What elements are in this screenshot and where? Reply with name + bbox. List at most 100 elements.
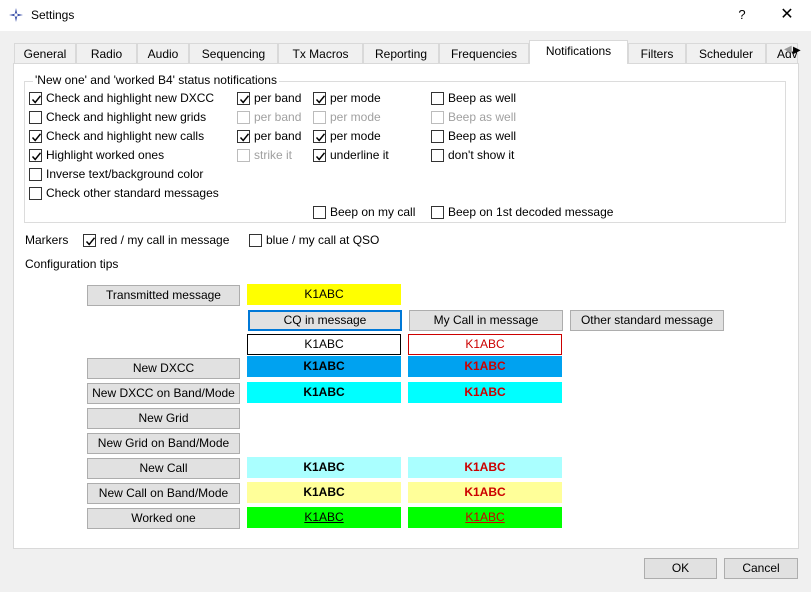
new-call-bm-cq-sample: K1ABC (247, 482, 401, 503)
checkbox-label: Check and highlight new grids (46, 110, 207, 124)
checkbox-box[interactable] (29, 149, 42, 162)
new-call-mycall-sample: K1ABC (408, 457, 562, 478)
checkbox-box[interactable] (83, 234, 96, 247)
cq-sample: K1ABC (247, 334, 401, 355)
new-grid-band-mode-button[interactable]: New Grid on Band/Mode (87, 433, 240, 454)
check-icon (239, 133, 250, 142)
markers-label: Markers (25, 233, 69, 247)
checkbox-label: Beep as well (448, 91, 517, 105)
new-call-cq-sample: K1ABC (247, 457, 401, 478)
worked-cq-sample: K1ABC (247, 507, 401, 528)
notifications-panel: 'New one' and 'worked B4' status notific… (13, 63, 799, 549)
new-dxcc-mycall-sample: K1ABC (408, 356, 562, 377)
check-icon (85, 237, 96, 246)
title-bar: Settings ? ✕ (0, 0, 811, 31)
check-icon (315, 133, 326, 142)
chevron-right-icon[interactable]: ▶ (793, 45, 801, 56)
new-dxcc-button[interactable]: New DXCC (87, 358, 240, 379)
checkbox-box[interactable] (237, 92, 250, 105)
my-call-in-message-button[interactable]: My Call in message (409, 310, 563, 331)
check-icon (239, 95, 250, 104)
checkbox-label: Highlight worked ones (46, 148, 165, 162)
checkbox-box[interactable] (431, 149, 444, 162)
checkbox-box (237, 149, 250, 162)
new-call-bm-mycall-sample: K1ABC (408, 482, 562, 503)
tab-general[interactable]: General (14, 43, 76, 64)
checkbox-label: per mode (330, 129, 381, 143)
checkbox-label: Check and highlight new calls (46, 129, 205, 143)
close-button[interactable]: ✕ (772, 4, 802, 26)
help-button[interactable]: ? (729, 4, 755, 26)
checkbox-label: Beep on my call (330, 205, 416, 219)
worked-one-button[interactable]: Worked one (87, 508, 240, 529)
checkbox-label: underline it (330, 148, 389, 162)
new-dxcc-bm-mycall-sample: K1ABC (408, 382, 562, 403)
checkbox-label: per band (254, 91, 302, 105)
checkbox-label: Beep on 1st decoded message (448, 205, 614, 219)
checkbox-label: strike it (254, 148, 293, 162)
checkbox-box[interactable] (29, 111, 42, 124)
tab-filters[interactable]: Filters (628, 43, 686, 64)
new-dxcc-band-mode-button[interactable]: New DXCC on Band/Mode (87, 383, 240, 404)
checkbox-box[interactable] (29, 168, 42, 181)
checkbox-label: per mode (330, 91, 381, 105)
checkbox-box[interactable] (313, 130, 326, 143)
checkbox-label: per band (254, 110, 302, 124)
checkbox-box[interactable] (29, 187, 42, 200)
cq-in-message-button[interactable]: CQ in message (248, 310, 402, 331)
checkbox-box[interactable] (431, 206, 444, 219)
checkbox-label: per band (254, 129, 302, 143)
app-icon (9, 8, 23, 22)
checkbox-box[interactable] (29, 130, 42, 143)
other-standard-message-button[interactable]: Other standard message (570, 310, 724, 331)
checkbox-box[interactable] (237, 130, 250, 143)
checkbox-label: Beep as well (448, 129, 517, 143)
checkbox-label: Inverse text/background color (46, 167, 204, 181)
new-call-button[interactable]: New Call (87, 458, 240, 479)
tab-notifications[interactable]: Notifications (529, 40, 628, 64)
new-call-band-mode-button[interactable]: New Call on Band/Mode (87, 483, 240, 504)
checkbox-box (313, 111, 326, 124)
tab-tx-macros[interactable]: Tx Macros (278, 43, 363, 64)
status-notifications-group: 'New one' and 'worked B4' status notific… (24, 73, 786, 223)
tab-frequencies[interactable]: Frequencies (439, 43, 529, 64)
tab-sequencing[interactable]: Sequencing (189, 43, 278, 64)
checkbox-box[interactable] (431, 92, 444, 105)
checkbox-label: per mode (330, 110, 381, 124)
tab-scheduler[interactable]: Scheduler (686, 43, 766, 64)
checkbox-box[interactable] (313, 149, 326, 162)
tab-scroll-arrows[interactable]: ◀ ▶ (784, 44, 804, 64)
worked-mycall-sample: K1ABC (408, 507, 562, 528)
new-grid-button[interactable]: New Grid (87, 408, 240, 429)
checkbox-label: don't show it (448, 148, 515, 162)
check-icon (31, 133, 42, 142)
window-title: Settings (31, 8, 75, 22)
transmitted-message-button[interactable]: Transmitted message (87, 285, 240, 306)
checkbox-box[interactable] (249, 234, 262, 247)
check-icon (315, 152, 326, 161)
cancel-button[interactable]: Cancel (724, 558, 798, 579)
checkbox-box (237, 111, 250, 124)
mycall-sample: K1ABC (408, 334, 562, 355)
checkbox-box (431, 111, 444, 124)
check-icon (31, 95, 42, 104)
transmitted-sample: K1ABC (247, 284, 401, 305)
checkbox-box[interactable] (29, 92, 42, 105)
checkbox-box[interactable] (313, 206, 326, 219)
checkbox-label: blue / my call at QSO (266, 233, 380, 247)
tab-audio[interactable]: Audio (137, 43, 189, 64)
checkbox-label: Beep as well (448, 110, 517, 124)
tab-reporting[interactable]: Reporting (363, 43, 439, 64)
checkbox-label: Check other standard messages (46, 186, 219, 200)
tab-bar: General Radio Audio Sequencing Tx Macros… (14, 40, 801, 64)
checkbox-label: red / my call in message (100, 233, 230, 247)
checkbox-box[interactable] (431, 130, 444, 143)
group-title: 'New one' and 'worked B4' status notific… (33, 73, 279, 87)
checkbox-box[interactable] (313, 92, 326, 105)
check-icon (31, 152, 42, 161)
config-tips-label: Configuration tips (25, 257, 119, 271)
tab-radio[interactable]: Radio (76, 43, 137, 64)
chevron-left-icon[interactable]: ◀ (784, 44, 792, 55)
ok-button[interactable]: OK (644, 558, 717, 579)
check-icon (315, 95, 326, 104)
